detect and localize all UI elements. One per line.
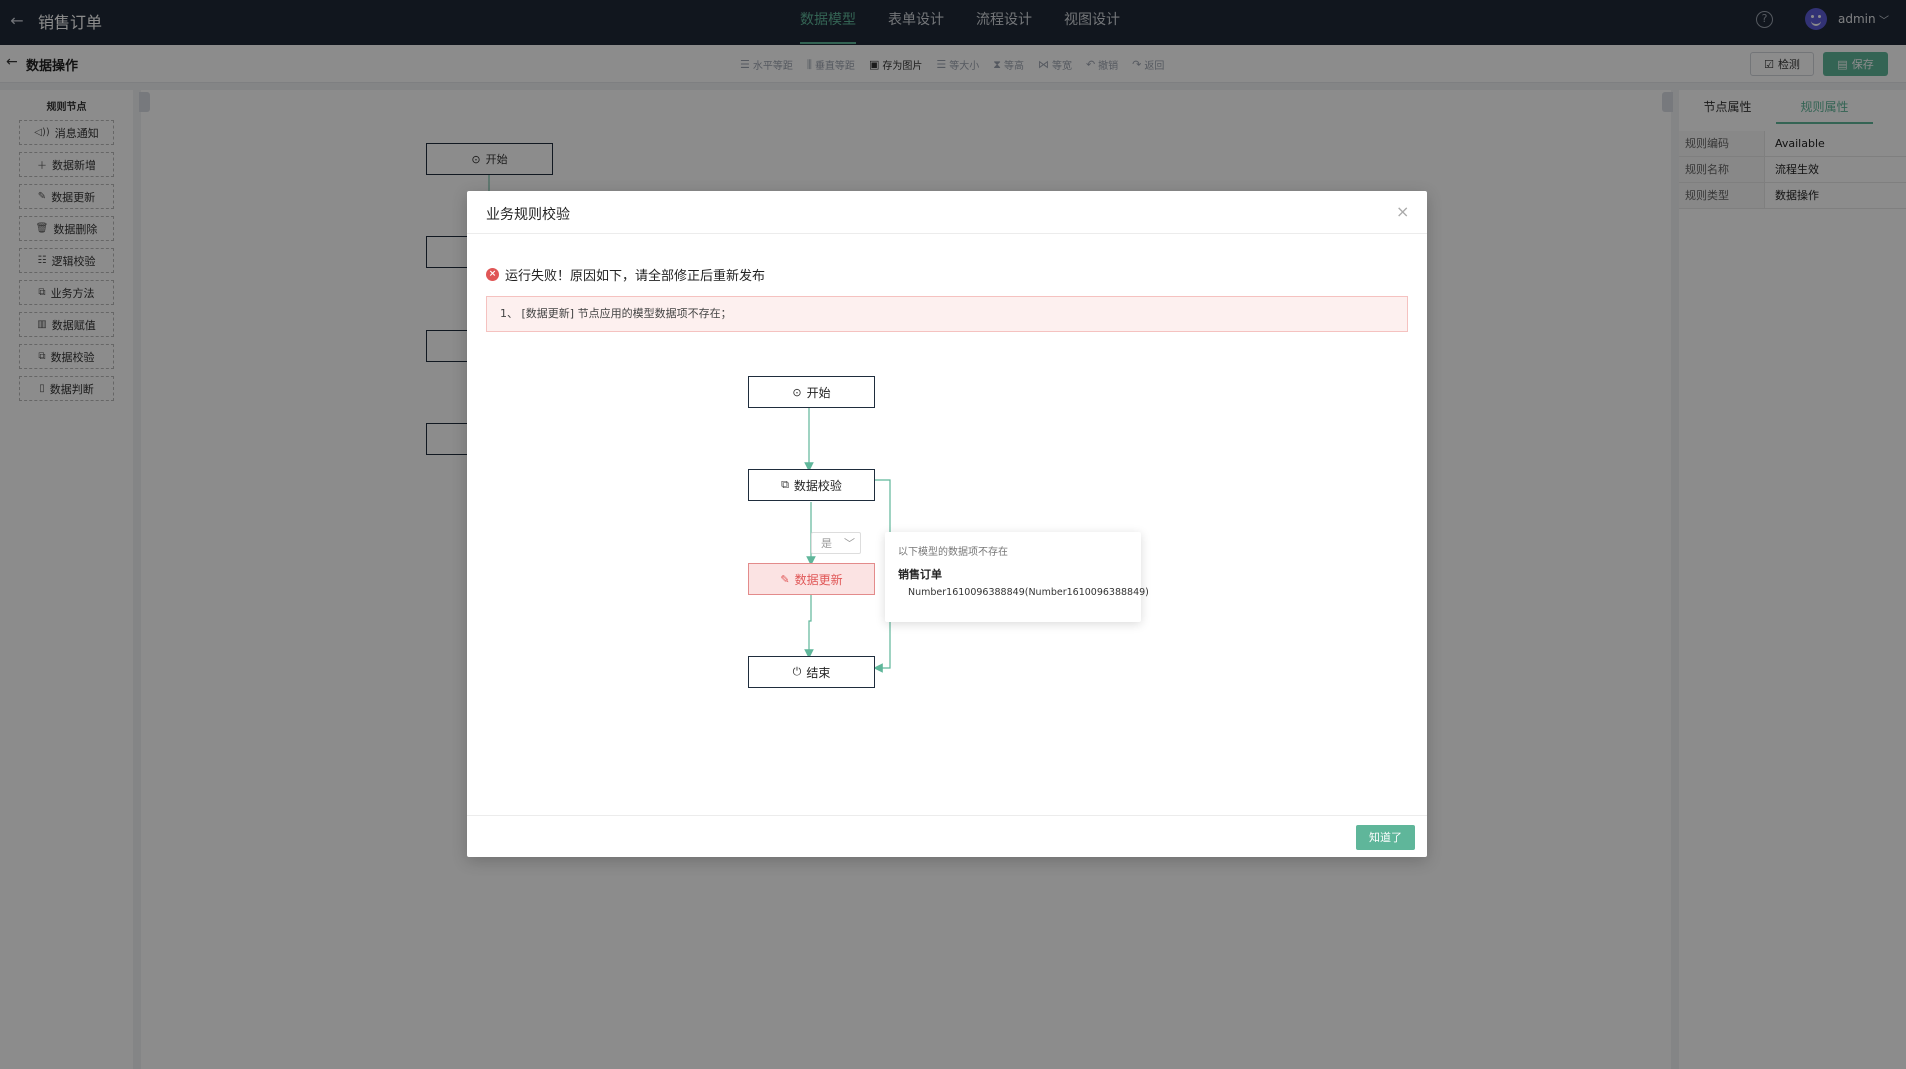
flow-node-end[interactable]: ⏻ 结束 [748,656,875,688]
power-icon: ⏻ [792,665,802,678]
flow-connectors [804,408,891,673]
edit-icon: ✎ [780,572,790,586]
rule-validation-dialog: 业务规则校验 × × 运行失败！原因如下，请全部修正后重新发布 1、 [数据更新… [467,191,1427,857]
branch-yes-select[interactable]: 是 ﹀ [811,532,861,554]
play-circle-icon: ⊙ [792,385,802,399]
ok-button[interactable]: 知道了 [1356,825,1415,850]
copy-icon: ⧉ [781,478,789,491]
flow-node-start[interactable]: ⊙ 开始 [748,376,875,408]
missing-field-tooltip: 以下模型的数据项不存在 销售订单 Number1610096388849(Num… [885,532,1149,622]
chevron-down-icon: ﹀ [844,537,855,550]
dialog-footer: 知道了 [467,815,1427,857]
flow-node-data-check[interactable]: ⧉ 数据校验 [748,469,875,501]
flow-node-data-update[interactable]: ✎ 数据更新 [748,563,875,595]
